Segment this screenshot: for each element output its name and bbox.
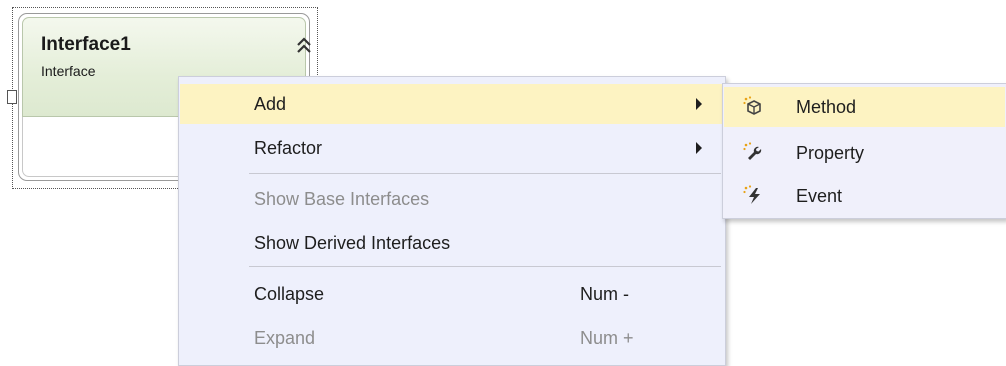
menu-item-collapse[interactable]: Collapse Num - (180, 274, 724, 314)
submenu-arrow-icon (696, 98, 702, 110)
menu-item-label: Show Base Interfaces (254, 189, 430, 209)
menu-item-shortcut: Num - (580, 284, 629, 304)
menu-item-label: Expand (254, 328, 316, 348)
submenu-item-method[interactable]: Method (724, 87, 1005, 127)
menu-separator (249, 266, 721, 267)
submenu-item-label: Property (796, 143, 865, 163)
menu-item-label: Collapse (254, 284, 325, 304)
menu-item-show-base-interfaces[interactable]: Show Base Interfaces (180, 179, 724, 219)
menu-item-expand[interactable]: Expand Num + (180, 318, 724, 358)
menu-item-label: Add (254, 94, 287, 114)
double-chevron-up-icon[interactable] (294, 36, 314, 56)
menu-item-label: Refactor (254, 138, 323, 158)
submenu-item-event[interactable]: Event (724, 176, 1005, 216)
menu-separator (249, 173, 721, 174)
submenu-item-label: Event (796, 186, 843, 206)
submenu-item-label: Method (796, 97, 857, 117)
shape-subtitle: Interface (41, 63, 96, 79)
menu-item-refactor[interactable]: Refactor (180, 128, 724, 168)
context-menu: Add Refactor Show Base Interfaces Show D… (178, 76, 726, 366)
menu-item-add[interactable]: Add (180, 84, 724, 124)
connector-handle[interactable] (7, 90, 17, 104)
menu-item-show-derived-interfaces[interactable]: Show Derived Interfaces (180, 223, 724, 263)
menu-item-label: Show Derived Interfaces (254, 233, 451, 253)
menu-item-shortcut: Num + (580, 328, 634, 348)
submenu-arrow-icon (696, 142, 702, 154)
method-cube-icon (743, 96, 761, 115)
submenu-item-property[interactable]: Property (724, 133, 1005, 173)
property-wrench-icon (743, 142, 762, 160)
shape-title: Interface1 (41, 34, 131, 55)
event-lightning-icon (743, 185, 760, 204)
add-submenu: Method Property Event (722, 83, 1006, 219)
